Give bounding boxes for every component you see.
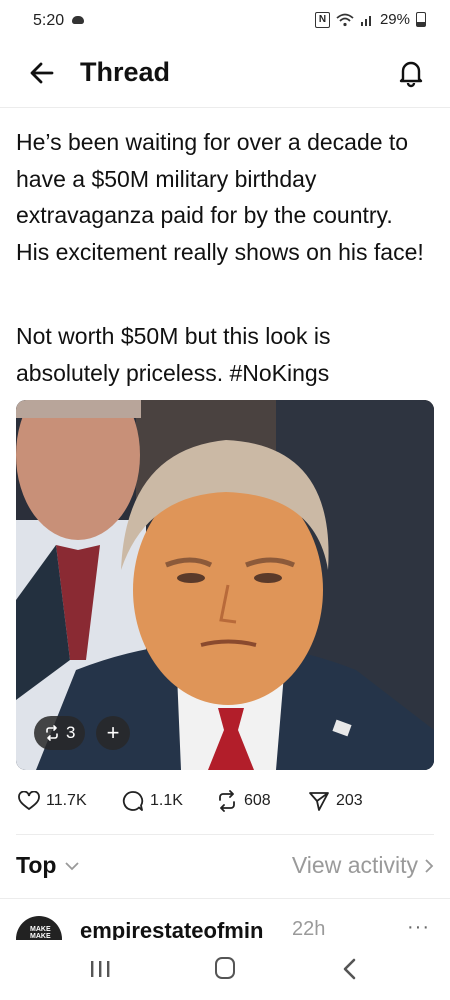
page-title: Thread xyxy=(80,57,171,87)
wifi-icon xyxy=(336,13,354,26)
share-button[interactable]: 203 xyxy=(308,790,388,812)
sort-label: Top xyxy=(16,852,57,878)
share-count: 203 xyxy=(336,792,363,809)
view-activity-label: View activity xyxy=(291,852,418,878)
system-nav-bar xyxy=(0,940,450,1000)
image-repost-badge[interactable]: 3 xyxy=(34,716,86,750)
repost-button[interactable]: 608 xyxy=(216,790,308,812)
battery-icon xyxy=(416,12,426,27)
comment-button[interactable]: 1.1K xyxy=(122,790,216,812)
signal-icon xyxy=(360,15,371,26)
arrow-left-icon[interactable] xyxy=(26,57,58,89)
status-icons: N 29% xyxy=(314,11,426,28)
back-nav-icon[interactable] xyxy=(340,956,360,982)
post-image[interactable] xyxy=(16,400,434,770)
post-paragraph-1: He’s been waiting for over a decade to h… xyxy=(16,129,424,265)
status-time: 5:20 xyxy=(33,12,65,29)
like-count: 11.7K xyxy=(46,792,87,809)
divider xyxy=(16,834,434,835)
post-paragraph-2[interactable]: Not worth $50M but this look is absolute… xyxy=(16,318,426,391)
send-icon xyxy=(309,792,329,811)
nfc-icon: N xyxy=(314,11,330,28)
more-options-icon[interactable]: ··· xyxy=(407,916,430,939)
image-add-button[interactable]: + xyxy=(96,716,130,750)
reply-timestamp: 22h xyxy=(292,918,326,940)
repost-count: 608 xyxy=(244,792,271,809)
repost-icon xyxy=(46,725,58,741)
post-actions: 11.7K 1.1K 608 203 xyxy=(18,790,388,812)
divider xyxy=(0,898,450,899)
reply-item[interactable]: MAKE MAKE empirestateofmin 22h ··· xyxy=(16,912,434,940)
comment-count: 1.1K xyxy=(150,792,183,809)
thread-header: Thread xyxy=(0,45,450,108)
home-icon[interactable] xyxy=(215,957,235,979)
bell-icon[interactable] xyxy=(394,55,428,89)
chevron-right-icon xyxy=(425,858,434,873)
replies-sort-row: Top View activity xyxy=(16,850,434,884)
chevron-down-icon xyxy=(65,861,80,870)
battery-percent: 29% xyxy=(379,11,410,28)
view-activity-link[interactable]: View activity xyxy=(292,852,434,879)
sort-dropdown[interactable]: Top xyxy=(16,852,80,879)
status-bar: 5:20 N 29% xyxy=(0,0,450,40)
recent-apps-icon[interactable] xyxy=(88,958,112,980)
image-repost-count: 3 xyxy=(66,723,76,742)
comment-icon xyxy=(122,791,144,811)
repost-icon xyxy=(219,790,235,812)
avatar[interactable]: MAKE MAKE xyxy=(16,916,62,940)
avatar-text: MAKE MAKE xyxy=(30,926,51,940)
cloud-icon xyxy=(72,16,84,24)
like-button[interactable]: 11.7K xyxy=(18,790,122,812)
heart-icon xyxy=(18,791,40,811)
reply-username[interactable]: empirestateofmin xyxy=(80,918,263,940)
